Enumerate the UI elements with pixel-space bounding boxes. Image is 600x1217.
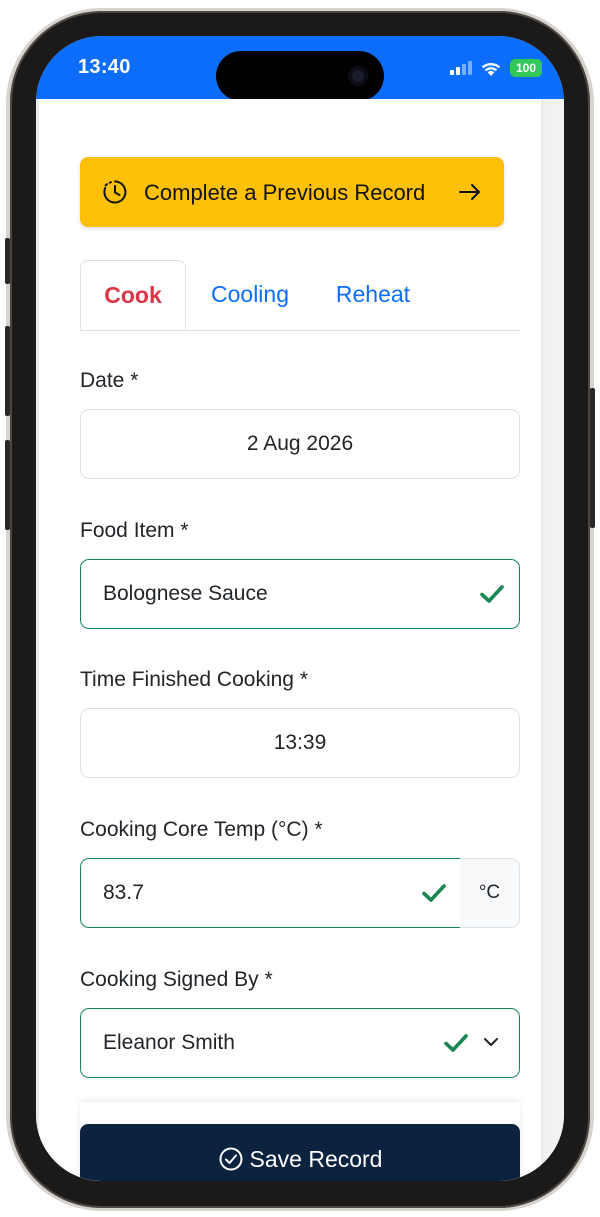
signal-icon <box>450 61 472 75</box>
camera-icon <box>348 66 368 86</box>
signed-by-value: Eleanor Smith <box>103 1031 235 1054</box>
food-item-value: Bolognese Sauce <box>103 582 268 605</box>
core-temp-input[interactable]: 83.7 <box>80 858 461 928</box>
signed-by-label: Cooking Signed By * <box>80 968 273 991</box>
volume-down-button <box>5 440 10 530</box>
app-content: Complete a Previous Record Cook Cooling … <box>36 99 564 1181</box>
core-temp-label: Cooking Core Temp (°C) * <box>80 818 323 841</box>
time-finished-label: Time Finished Cooking * <box>80 668 308 691</box>
power-button <box>590 388 595 528</box>
valid-check-icon <box>444 1034 468 1052</box>
tab-cook[interactable]: Cook <box>80 260 186 330</box>
date-label: Date * <box>80 369 139 392</box>
phone-screen: 13:40 100 Complete a Previous Record Coo… <box>36 36 564 1181</box>
time-finished-field[interactable]: 13:39 <box>80 708 520 778</box>
complete-previous-record-button[interactable]: Complete a Previous Record <box>80 157 504 227</box>
check-circle-icon <box>219 1147 243 1171</box>
signed-by-select[interactable]: Eleanor Smith <box>80 1008 520 1078</box>
chevron-down-icon <box>484 1038 498 1046</box>
date-field[interactable]: 2 Aug 2026 <box>80 409 520 479</box>
date-value: 2 Aug 2026 <box>246 432 354 455</box>
arrow-right-icon <box>459 184 480 200</box>
save-record-label: Save Record <box>249 1145 383 1172</box>
tab-reheat[interactable]: Reheat <box>322 260 424 329</box>
status-bar: 13:40 100 <box>36 36 564 101</box>
valid-check-icon <box>480 585 504 603</box>
volume-up-button <box>5 326 10 416</box>
temp-unit-addon: °C <box>460 858 520 928</box>
dynamic-island <box>216 51 384 101</box>
battery-icon: 100 <box>510 59 542 77</box>
valid-check-icon <box>422 884 446 902</box>
core-temp-value: 83.7 <box>103 881 144 904</box>
tab-cooling[interactable]: Cooling <box>192 260 308 329</box>
banner-label: Complete a Previous Record <box>144 180 426 205</box>
status-icons: 100 <box>450 59 542 77</box>
food-item-input[interactable]: Bolognese Sauce <box>80 559 520 629</box>
action-button <box>5 238 10 284</box>
food-item-label: Food Item * <box>80 519 189 542</box>
status-time: 13:40 <box>78 56 131 78</box>
wifi-icon <box>481 62 501 76</box>
clock-history-icon <box>103 180 127 204</box>
record-type-tabs: Cook Cooling Reheat <box>80 260 520 331</box>
time-finished-value: 13:39 <box>273 731 327 754</box>
save-record-button[interactable]: Save Record <box>80 1124 520 1181</box>
